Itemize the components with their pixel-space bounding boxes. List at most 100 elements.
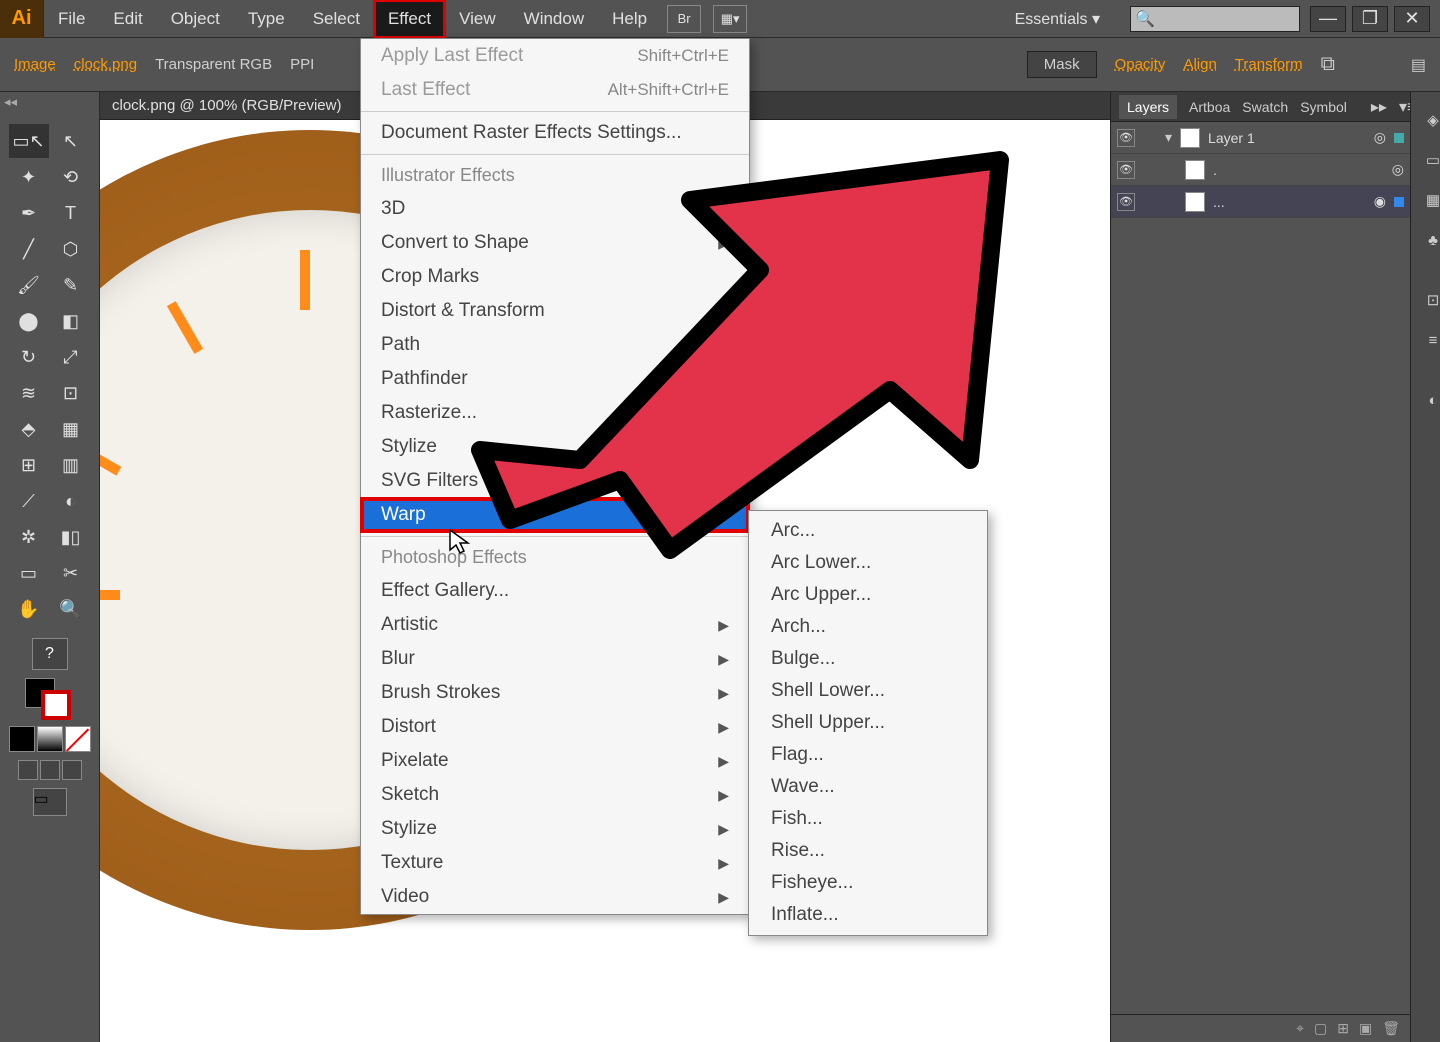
side-tab-swatches[interactable]: ▦Swatches (1411, 180, 1440, 220)
zoom-tool[interactable]: 🔍 (51, 592, 91, 626)
panel-expand-icon[interactable]: ▸▸ (1371, 97, 1387, 117)
width-tool[interactable]: ≋ (9, 376, 49, 410)
panel-menu-icon[interactable]: ▤ (1411, 55, 1426, 75)
menu-stylize-illustrator[interactable]: Stylize▶ (361, 430, 749, 464)
minimize-button[interactable]: — (1310, 6, 1346, 32)
arrange-docs-icon[interactable]: ▦▾ (713, 5, 747, 33)
expand-icon[interactable]: ▾ (1165, 129, 1172, 146)
menu-effect-gallery[interactable]: Effect Gallery... (361, 574, 749, 608)
submenu-flag[interactable]: Flag... (749, 739, 987, 771)
gradient-tool[interactable]: ▥ (51, 448, 91, 482)
layer-name[interactable]: ... (1213, 194, 1225, 210)
layer-row[interactable]: 👁 ... ◉ (1111, 186, 1410, 218)
transform-link[interactable]: Transform (1235, 56, 1303, 73)
pen-tool[interactable]: ✒ (9, 196, 49, 230)
menu-type[interactable]: Type (234, 0, 299, 38)
layer-row[interactable]: 👁 ▾ Layer 1 ◎ (1111, 122, 1410, 154)
menu-object[interactable]: Object (157, 0, 234, 38)
submenu-shell-upper[interactable]: Shell Upper... (749, 707, 987, 739)
blob-brush-tool[interactable]: ⬤ (9, 304, 49, 338)
stroke-swatch[interactable] (41, 690, 71, 720)
maximize-button[interactable]: ❐ (1352, 6, 1388, 32)
screen-mode-icon[interactable]: ▭ (33, 788, 67, 816)
menu-pixelate[interactable]: Pixelate▶ (361, 744, 749, 778)
layer-row[interactable]: 👁 . ◎ (1111, 154, 1410, 186)
lasso-tool[interactable]: ⟲ (51, 160, 91, 194)
menu-edit[interactable]: Edit (99, 0, 156, 38)
menu-rasterize[interactable]: Rasterize... (361, 396, 749, 430)
pencil-tool[interactable]: ✎ (51, 268, 91, 302)
submenu-arch[interactable]: Arch... (749, 611, 987, 643)
delete-layer-icon[interactable]: 🗑 (1382, 1020, 1400, 1037)
menu-file[interactable]: File (44, 0, 99, 38)
isolation-icon[interactable]: ⧉ (1321, 53, 1335, 76)
toolbox-collapse-icon[interactable]: ◂◂ (4, 94, 17, 110)
side-tab-symbols[interactable]: ♣Symbols (1411, 220, 1440, 260)
make-clip-icon[interactable]: ▢ (1314, 1020, 1327, 1037)
blend-tool[interactable]: ◐ (51, 484, 91, 518)
rotate-tool[interactable]: ↻ (9, 340, 49, 374)
visibility-icon[interactable]: 👁 (1117, 193, 1135, 211)
submenu-arc-lower[interactable]: Arc Lower... (749, 547, 987, 579)
eyedropper-tool[interactable]: ⟋ (9, 484, 49, 518)
menu-3d[interactable]: 3D▶ (361, 192, 749, 226)
menu-artistic[interactable]: Artistic▶ (361, 608, 749, 642)
submenu-rise[interactable]: Rise... (749, 835, 987, 867)
new-sublayer-icon[interactable]: ⊞ (1337, 1020, 1349, 1037)
menu-pathfinder[interactable]: Pathfinder▶ (361, 362, 749, 396)
side-tab-layers[interactable]: ◈Layers (1411, 100, 1440, 140)
line-tool[interactable]: ╱ (9, 232, 49, 266)
menu-select[interactable]: Select (299, 0, 374, 38)
draw-normal-icon[interactable] (18, 760, 38, 780)
submenu-fish[interactable]: Fish... (749, 803, 987, 835)
eraser-tool[interactable]: ◧ (51, 304, 91, 338)
submenu-bulge[interactable]: Bulge... (749, 643, 987, 675)
submenu-fisheye[interactable]: Fisheye... (749, 867, 987, 899)
direct-selection-tool[interactable]: ↖ (51, 124, 91, 158)
workspace-switcher[interactable]: Essentials ▾ (995, 9, 1130, 29)
target-icon[interactable]: ◎ (1374, 129, 1386, 146)
symbol-sprayer-tool[interactable]: ✲ (9, 520, 49, 554)
control-filename[interactable]: clock.png (74, 56, 137, 73)
free-transform-tool[interactable]: ⊡ (51, 376, 91, 410)
menu-sketch[interactable]: Sketch▶ (361, 778, 749, 812)
draw-behind-icon[interactable] (40, 760, 60, 780)
bridge-icon[interactable]: Br (667, 5, 701, 33)
menu-distort[interactable]: Distort▶ (361, 710, 749, 744)
tab-symbols[interactable]: Symbol (1300, 99, 1347, 115)
menu-help[interactable]: Help (598, 0, 661, 38)
tab-layers[interactable]: Layers (1119, 95, 1177, 119)
draw-inside-icon[interactable] (62, 760, 82, 780)
graph-tool[interactable]: ▮▯ (51, 520, 91, 554)
menu-view[interactable]: View (445, 0, 510, 38)
menu-brush-strokes[interactable]: Brush Strokes▶ (361, 676, 749, 710)
menu-texture[interactable]: Texture▶ (361, 846, 749, 880)
color-mode-icon[interactable] (9, 726, 35, 752)
locate-object-icon[interactable]: ⌖ (1296, 1020, 1304, 1037)
menu-stylize-photoshop[interactable]: Stylize▶ (361, 812, 749, 846)
submenu-arc[interactable]: Arc... (749, 515, 987, 547)
side-tab-artboards[interactable]: ▭Artboards (1411, 140, 1440, 180)
menu-path[interactable]: Path▶ (361, 328, 749, 362)
paintbrush-tool[interactable]: 🖌 (9, 268, 49, 302)
shape-builder-tool[interactable]: ⬘ (9, 412, 49, 446)
artboard-tool[interactable]: ▭ (9, 556, 49, 590)
layer-name[interactable]: . (1213, 162, 1217, 178)
mask-button[interactable]: Mask (1027, 51, 1097, 78)
submenu-wave[interactable]: Wave... (749, 771, 987, 803)
side-tab-align[interactable]: ≡Align (1411, 320, 1440, 360)
type-tool[interactable]: T (51, 196, 91, 230)
menu-svg-filters[interactable]: SVG Filters▶ (361, 464, 749, 498)
none-mode-icon[interactable] (65, 726, 91, 752)
menu-warp[interactable]: Warp▶ (361, 498, 749, 532)
mesh-tool[interactable]: ⊞ (9, 448, 49, 482)
hand-tool[interactable]: ✋ (9, 592, 49, 626)
visibility-icon[interactable]: 👁 (1117, 161, 1135, 179)
scale-tool[interactable]: ⤢ (51, 340, 91, 374)
submenu-arc-upper[interactable]: Arc Upper... (749, 579, 987, 611)
opacity-link[interactable]: Opacity (1115, 56, 1166, 73)
menu-crop-marks[interactable]: Crop Marks (361, 260, 749, 294)
side-tab-transparency[interactable]: ◐Transparency (1411, 380, 1440, 420)
submenu-inflate[interactable]: Inflate... (749, 899, 987, 931)
tab-swatches[interactable]: Swatch (1242, 99, 1288, 115)
